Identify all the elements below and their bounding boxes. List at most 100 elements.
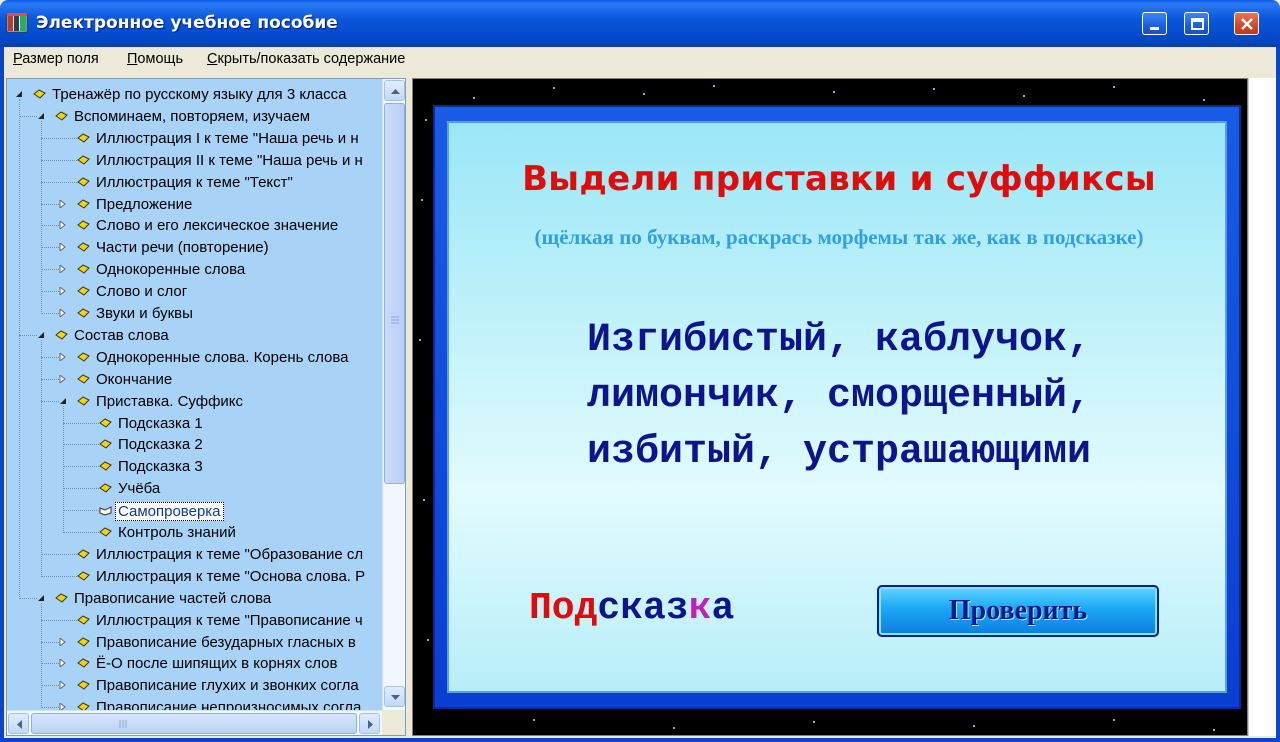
tree-connector [19,334,37,336]
star-dot [1113,719,1115,721]
tree-item[interactable]: Иллюстрация I к теме "Наша речь и н [7,128,382,150]
tree-item-label: Слово и слог [96,283,188,301]
tree-item[interactable]: Правописание безударных гласных в [7,632,382,654]
star-dot [1213,729,1215,731]
star-dot [425,119,427,121]
horizontal-scrollbar[interactable] [7,710,382,735]
collapsed-node-icon[interactable] [59,352,67,361]
tree-item[interactable]: Однокоренные слова [7,259,382,281]
expanded-node-icon[interactable] [37,594,45,602]
tree-guide-line [41,120,42,314]
tree-connector [41,269,59,271]
collapsed-node-icon[interactable] [59,287,67,296]
tree-item[interactable]: Звуки и буквы [7,303,382,325]
tree-item[interactable]: Слово и слог [7,281,382,303]
tree-item[interactable]: Состав слова [7,325,382,347]
tree-item-label: Состав слова [74,326,169,344]
tree-item[interactable]: Вспоминаем, повторяем, изучаем [7,106,382,128]
hint-link[interactable]: Подсказка [529,587,734,630]
tree-item[interactable]: Однокоренные слова. Корень слова [7,347,382,369]
arrow-right-icon [368,720,373,729]
tree-item-label: Звуки и буквы [96,305,193,322]
horizontal-scroll-thumb[interactable] [31,713,357,734]
star-dot [473,97,475,99]
tree-item[interactable]: Иллюстрация II к теме "Наша речь и н [7,150,382,172]
tree-connector [41,203,59,205]
minimize-button[interactable] [1142,12,1167,35]
tree-item-label: Правописание частей слова [74,589,272,607]
star-dot [423,499,425,501]
collapsed-node-icon[interactable] [59,309,67,317]
menu-toggle-contents[interactable]: Скрыть/показать содержание [207,51,405,67]
lesson-instructions: (щёлкая по буквам, раскрась морфемы так … [534,225,1144,249]
tree-connector [41,181,77,183]
collapsed-node-icon[interactable] [59,681,67,690]
tree-item[interactable]: Правописание глухих и звонких согла [7,675,382,697]
exercise-words[interactable]: Изгибистый, каблучок, лимончик, сморщенн… [449,313,1229,481]
tree-connector [41,313,59,314]
contents-tree[interactable]: Тренажёр по русскому языку для 3 класса В… [7,79,382,710]
tree-item-label: Контроль знаний [118,524,236,541]
collapsed-node-icon[interactable] [59,703,67,710]
check-button[interactable]: Проверить [877,585,1159,637]
vertical-scrollbar[interactable] [382,79,405,710]
collapsed-node-icon[interactable] [59,659,67,668]
book-icon [77,571,90,581]
tree-item[interactable]: Правописание частей слова [7,588,382,610]
star-dot [713,85,715,87]
maximize-button[interactable] [1184,12,1209,35]
scroll-right-button[interactable] [359,713,380,734]
collapsed-node-icon[interactable] [59,265,67,274]
tree-item[interactable]: Тренажёр по русскому языку для 3 класса [7,84,382,106]
tree-item-label: Однокоренные слова [96,261,246,279]
scroll-down-button[interactable] [384,686,405,707]
star-dot [1113,86,1115,88]
exercise-line[interactable]: избитый, устрашающими [449,425,1229,481]
star-dot [553,87,555,89]
tree-item[interactable]: Ё-О после шипящих в корнях слов [7,653,382,675]
menu-accel: П [127,51,138,67]
expanded-node-icon[interactable] [15,90,23,98]
tree-item[interactable]: Слово и его лексическое значение [7,215,382,237]
tree-item[interactable]: Иллюстрация к теме "Правописание ч [7,610,382,632]
scroll-left-button[interactable] [8,713,29,734]
tree-item[interactable]: Части речи (повторение) [7,237,382,259]
book-icon [99,483,112,493]
exercise-line[interactable]: лимончик, сморщенный, [449,369,1229,425]
tree-item-label: Предложение [96,195,193,213]
menu-label: омощь [137,51,184,67]
tree-item-label: Иллюстрация I к теме "Наша речь и н [96,129,359,147]
vertical-scroll-thumb[interactable] [384,103,405,484]
tree-item[interactable]: Предложение [7,194,382,216]
collapsed-node-icon[interactable] [59,199,67,208]
star-dot [419,339,421,341]
collapsed-node-icon[interactable] [59,637,67,646]
tree-item[interactable]: Окончание [7,369,382,391]
tree-connector [41,641,59,643]
collapsed-node-icon[interactable] [59,243,67,252]
tree-item[interactable]: Иллюстрация к теме "Основа слова. Р [7,566,382,588]
exercise-line[interactable]: Изгибистый, каблучок, [449,313,1229,369]
book-icon [77,220,90,231]
expanded-node-icon[interactable] [37,112,45,120]
menu-field-size[interactable]: Размер поля [13,51,99,67]
collapsed-node-icon[interactable] [59,221,67,230]
maximize-icon [1191,18,1204,30]
tree-connector [41,553,77,555]
book-icon [77,198,90,209]
menu-label: крыть/показать содержание [217,51,406,67]
tree-item[interactable]: Правописание непроизносимых согла [7,697,382,710]
expanded-node-icon[interactable] [37,331,45,339]
collapsed-node-icon[interactable] [59,374,67,383]
tree-item[interactable]: Иллюстрация к теме "Образование сл [7,544,382,566]
tree-connector [41,378,59,380]
hint-suffix: к [688,587,712,630]
tree-item-label: Иллюстрация к теме "Образование сл [96,545,364,563]
close-button[interactable] [1234,12,1259,35]
tree-item[interactable]: Иллюстрация к теме "Текст" [7,172,382,194]
expanded-node-icon[interactable] [59,397,67,405]
lesson-viewport: Выдели приставки и суффиксы (щёлкая по б… [412,78,1248,736]
tree-item-label: Самопроверка [115,502,224,522]
scroll-up-button[interactable] [384,80,405,101]
menu-help[interactable]: Помощь [127,51,183,67]
